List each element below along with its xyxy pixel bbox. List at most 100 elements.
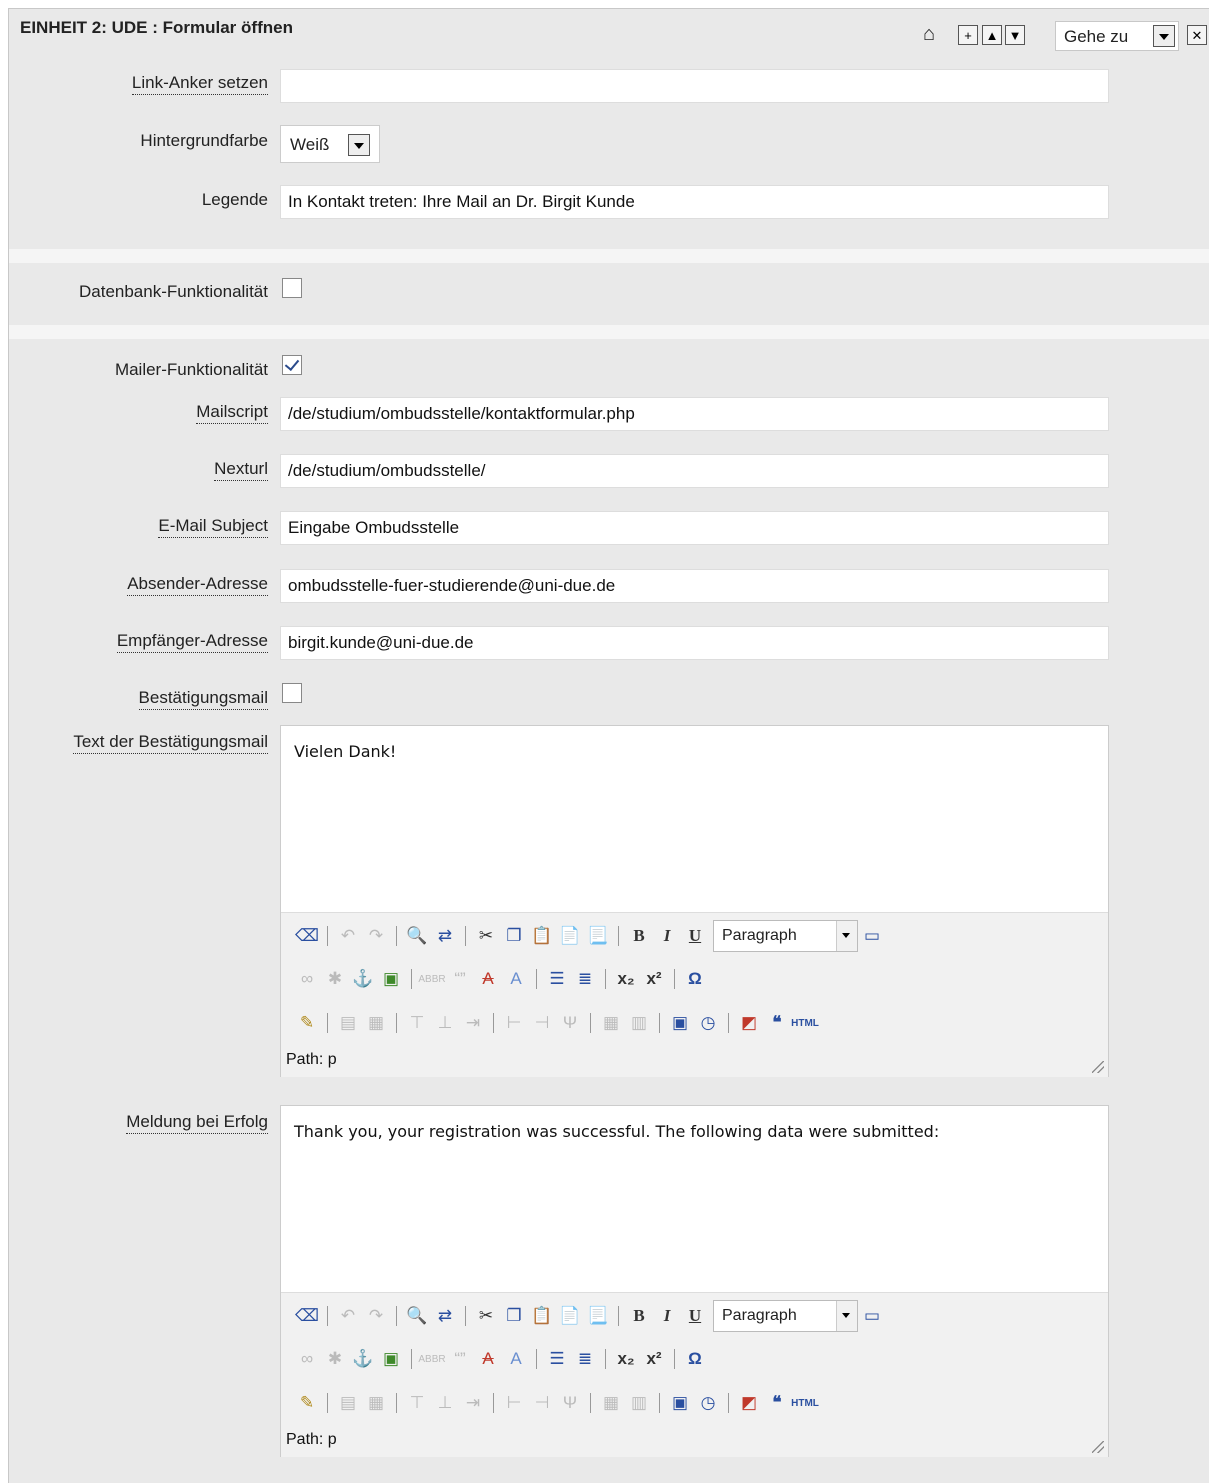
delete-col-icon[interactable]: ⊣	[528, 1010, 556, 1036]
chevron-down-icon[interactable]	[836, 921, 857, 951]
replace-icon[interactable]: ⇄	[431, 1303, 459, 1329]
calendar-icon[interactable]: ▣	[666, 1010, 694, 1036]
database-checkbox[interactable]	[282, 278, 302, 298]
underline-icon[interactable]: U	[681, 1303, 709, 1329]
paste-word-icon[interactable]: 📃	[584, 923, 612, 949]
subscript-icon[interactable]: x₂	[612, 1346, 640, 1372]
cut-icon[interactable]: ✂	[472, 1303, 500, 1329]
split-icon[interactable]: ⇥	[459, 1010, 487, 1036]
link-anchor-input[interactable]	[280, 69, 1109, 103]
underline-icon[interactable]: U	[681, 923, 709, 949]
resize-handle-icon[interactable]	[1092, 1061, 1104, 1073]
copy-icon[interactable]: ❐	[500, 923, 528, 949]
edit-icon[interactable]: ✎	[293, 1010, 321, 1036]
undo-icon[interactable]: ↶	[334, 923, 362, 949]
table-row-icon[interactable]: ▤	[334, 1010, 362, 1036]
bullet-list-icon[interactable]: ☰	[543, 966, 571, 992]
fullscreen-icon[interactable]: ▭	[858, 923, 886, 949]
format-select[interactable]: Paragraph	[713, 920, 858, 952]
mailscript-input[interactable]: /de/studium/ombudsstelle/kontaktformular…	[280, 397, 1109, 431]
font-color-icon[interactable]: A	[502, 1346, 530, 1372]
split-icon[interactable]: ⇥	[459, 1390, 487, 1416]
delete-row-icon[interactable]: ⊥	[431, 1010, 459, 1036]
redo-icon[interactable]: ↷	[362, 923, 390, 949]
chevron-down-icon[interactable]	[836, 1301, 857, 1331]
find-icon[interactable]: 🔍	[403, 923, 431, 949]
table-cell-icon[interactable]: ▦	[362, 1390, 390, 1416]
expand-button[interactable]: +	[958, 25, 978, 45]
replace-icon[interactable]: ⇄	[431, 923, 459, 949]
table-props-icon[interactable]: ▦	[597, 1010, 625, 1036]
eraser-icon[interactable]: ⌫	[293, 1303, 321, 1329]
numbered-list-icon[interactable]: ≣	[571, 1346, 599, 1372]
table-icon[interactable]: ▥	[625, 1010, 653, 1036]
recipient-input[interactable]: birgit.kunde@uni-due.de	[280, 626, 1109, 660]
delete-col-icon[interactable]: ⊣	[528, 1390, 556, 1416]
table-row-icon[interactable]: ▤	[334, 1390, 362, 1416]
subject-input[interactable]: Eingabe Ombudsstelle	[280, 511, 1109, 545]
bullet-list-icon[interactable]: ☰	[543, 1346, 571, 1372]
paste-icon[interactable]: 📋	[528, 923, 556, 949]
clock-icon[interactable]: ◷	[694, 1010, 722, 1036]
cut-icon[interactable]: ✂	[472, 923, 500, 949]
chevron-down-icon[interactable]	[1153, 25, 1175, 47]
undo-icon[interactable]: ↶	[334, 1303, 362, 1329]
success-message-content[interactable]: Thank you, your registration was success…	[281, 1106, 1108, 1292]
delete-row-icon[interactable]: ⊥	[431, 1390, 459, 1416]
link-icon[interactable]: ∞	[293, 966, 321, 992]
goto-select[interactable]: Gehe zu	[1055, 21, 1179, 51]
mailer-checkbox[interactable]	[282, 355, 302, 375]
legend-input[interactable]: In Kontakt treten: Ihre Mail an Dr. Birg…	[280, 185, 1109, 219]
format-select[interactable]: Paragraph	[713, 1300, 858, 1332]
confirmation-checkbox[interactable]	[282, 683, 302, 703]
table-cell-icon[interactable]: ▦	[362, 1010, 390, 1036]
clean-icon[interactable]: ◩	[735, 1390, 763, 1416]
move-up-button[interactable]: ▲	[982, 25, 1002, 45]
superscript-icon[interactable]: x²	[640, 966, 668, 992]
copy-icon[interactable]: ❐	[500, 1303, 528, 1329]
eraser-icon[interactable]: ⌫	[293, 923, 321, 949]
insert-col-icon[interactable]: ⊢	[500, 1390, 528, 1416]
italic-icon[interactable]: I	[653, 1303, 681, 1329]
abbr-icon[interactable]: ABBR	[418, 1346, 446, 1372]
merge-icon[interactable]: Ψ	[556, 1390, 584, 1416]
unlink-icon[interactable]: ✱	[321, 966, 349, 992]
superscript-icon[interactable]: x²	[640, 1346, 668, 1372]
image-icon[interactable]: ▣	[377, 966, 405, 992]
chevron-down-icon[interactable]	[348, 134, 370, 156]
clock-icon[interactable]: ◷	[694, 1390, 722, 1416]
success-message-editor[interactable]: Thank you, your registration was success…	[280, 1105, 1109, 1457]
link-icon[interactable]: ∞	[293, 1346, 321, 1372]
italic-icon[interactable]: I	[653, 923, 681, 949]
numbered-list-icon[interactable]: ≣	[571, 966, 599, 992]
paste-word-icon[interactable]: 📃	[584, 1303, 612, 1329]
paste-icon[interactable]: 📋	[528, 1303, 556, 1329]
bold-icon[interactable]: B	[625, 923, 653, 949]
html-source-icon[interactable]: HTML	[791, 1390, 819, 1416]
clean-icon[interactable]: ◩	[735, 1010, 763, 1036]
paste-text-icon[interactable]: 📄	[556, 1303, 584, 1329]
quote-icon[interactable]: “”	[446, 1346, 474, 1372]
html-source-icon[interactable]: HTML	[791, 1010, 819, 1036]
subscript-icon[interactable]: x₂	[612, 966, 640, 992]
paste-text-icon[interactable]: 📄	[556, 923, 584, 949]
redo-icon[interactable]: ↷	[362, 1303, 390, 1329]
blockquote-icon[interactable]: ❝	[763, 1010, 791, 1036]
merge-icon[interactable]: Ψ	[556, 1010, 584, 1036]
insert-row-icon[interactable]: ⊤	[403, 1390, 431, 1416]
confirmation-text-content[interactable]: Vielen Dank!	[281, 726, 1108, 912]
confirmation-text-editor[interactable]: Vielen Dank! ⌫ ↶ ↷ 🔍 ⇄ ✂ ❐ 📋 📄 📃 BIU Paragraph…	[280, 725, 1109, 1077]
edit-icon[interactable]: ✎	[293, 1390, 321, 1416]
background-color-select[interactable]: Weiß	[280, 125, 380, 163]
find-icon[interactable]: 🔍	[403, 1303, 431, 1329]
quote-icon[interactable]: “”	[446, 966, 474, 992]
fullscreen-icon[interactable]: ▭	[858, 1303, 886, 1329]
bold-icon[interactable]: B	[625, 1303, 653, 1329]
insert-col-icon[interactable]: ⊢	[500, 1010, 528, 1036]
move-down-button[interactable]: ▼	[1005, 25, 1025, 45]
blockquote-icon[interactable]: ❝	[763, 1390, 791, 1416]
close-button[interactable]: ✕	[1187, 25, 1207, 45]
strikethrough-icon[interactable]: A	[474, 1346, 502, 1372]
strikethrough-icon[interactable]: A	[474, 966, 502, 992]
sender-input[interactable]: ombudsstelle-fuer-studierende@uni-due.de	[280, 569, 1109, 603]
